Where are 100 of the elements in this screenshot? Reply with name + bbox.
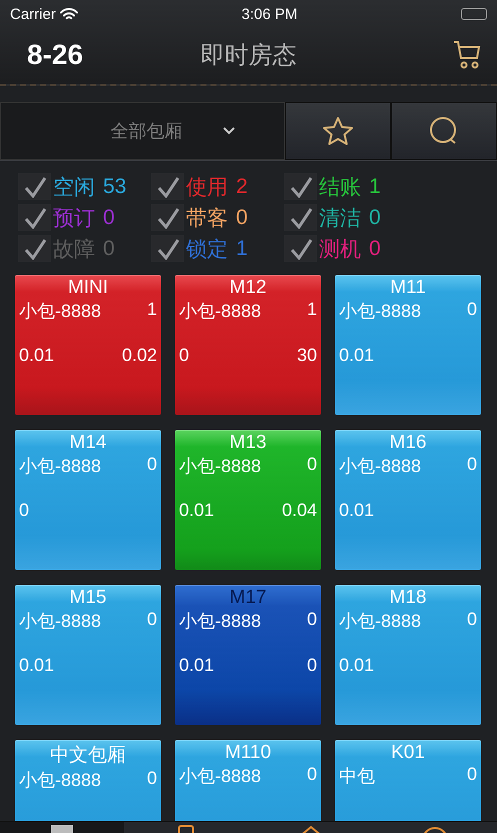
- status-checkbox[interactable]: [151, 204, 184, 231]
- status-checkbox[interactable]: [18, 173, 51, 200]
- room-name: M17: [228, 587, 268, 609]
- guest-count: 0: [466, 299, 477, 321]
- guest-count: 0: [146, 768, 157, 790]
- room-name: M15: [68, 587, 108, 609]
- status-label: 故障: [53, 236, 95, 262]
- room-type: 小包-8888: [339, 455, 422, 478]
- room-type: 小包-8888: [19, 300, 102, 323]
- chevron-down-icon: [222, 127, 234, 135]
- room-type: 小包-8888: [19, 455, 102, 478]
- room-amount: 30: [296, 345, 317, 366]
- status-count: 1: [236, 236, 248, 260]
- room-type: 小包-8888: [339, 300, 422, 323]
- guest-count: 0: [146, 454, 157, 476]
- room-name: 中文包厢: [49, 744, 127, 768]
- room-filter-dropdown[interactable]: 全部包厢: [0, 102, 285, 160]
- room-type: 小包-8888: [179, 765, 262, 788]
- room-amount: 0.01: [339, 500, 374, 521]
- room-name: MINI: [66, 277, 110, 299]
- room-amount: 0.01: [179, 655, 214, 676]
- guest-count: 1: [146, 299, 157, 321]
- room-type: 中包: [339, 765, 375, 788]
- status-checkbox[interactable]: [18, 204, 51, 231]
- status-count: 0: [103, 206, 115, 230]
- room-amount: 0.01: [179, 500, 214, 521]
- room-type: 小包-8888: [339, 610, 422, 633]
- guest-count: 0: [466, 609, 477, 631]
- status-label: 锁定: [186, 236, 228, 262]
- carrier-label: Carrier: [10, 6, 56, 22]
- status-checkbox[interactable]: [284, 235, 317, 262]
- room-tile[interactable]: M15 小包-8888 0 0.01: [15, 585, 161, 725]
- status-label: 带客: [186, 206, 228, 232]
- status-count: 0: [369, 206, 381, 230]
- status-count: 2: [236, 174, 248, 198]
- guest-count: 0: [306, 454, 317, 476]
- room-type: 小包-8888: [179, 455, 262, 478]
- status-label: 预订: [53, 206, 95, 232]
- room-type: 小包-8888: [179, 610, 262, 633]
- room-amount: 0.04: [282, 500, 317, 521]
- status-checkbox[interactable]: [151, 173, 184, 200]
- status-checkbox[interactable]: [151, 235, 184, 262]
- room-tile[interactable]: MINI 小包-8888 1 0.01 0.02: [15, 275, 161, 415]
- status-checkbox[interactable]: [284, 173, 317, 200]
- star-icon: [322, 116, 354, 146]
- room-tile[interactable]: M17 小包-8888 0 0.01 0: [175, 585, 321, 725]
- guest-count: 0: [306, 609, 317, 631]
- room-amount: 0.02: [122, 345, 157, 366]
- room-amount: 0: [306, 655, 317, 676]
- status-count: 0: [369, 236, 381, 260]
- date-label: 8-26: [27, 39, 84, 71]
- status-checkbox[interactable]: [18, 235, 51, 262]
- room-amount: 0.01: [19, 345, 54, 366]
- room-tile[interactable]: K01 中包 0: [335, 740, 481, 821]
- status-label: 测机: [319, 236, 361, 262]
- room-amount: 0: [19, 500, 30, 521]
- room-tile[interactable]: M110 小包-8888 0: [175, 740, 321, 821]
- room-tile[interactable]: 中文包厢 小包-8888 0: [15, 740, 161, 821]
- room-name: K01: [390, 742, 426, 764]
- guest-count: 0: [466, 454, 477, 476]
- guest-count: 0: [306, 764, 317, 786]
- cart-icon[interactable]: [453, 40, 481, 70]
- tab-button[interactable]: [0, 822, 124, 833]
- room-name: M16: [388, 432, 428, 454]
- search-button[interactable]: [391, 102, 497, 160]
- room-type: 小包-8888: [179, 300, 262, 323]
- room-type: 小包-8888: [19, 610, 102, 633]
- room-name: M18: [388, 587, 428, 609]
- guest-count: 0: [466, 764, 477, 786]
- room-tile[interactable]: M16 小包-8888 0 0.01: [335, 430, 481, 570]
- favorites-button[interactable]: [285, 102, 391, 160]
- guest-count: 1: [306, 299, 317, 321]
- room-name: M110: [224, 742, 272, 764]
- status-count: 53: [103, 174, 126, 198]
- room-name: M12: [228, 277, 268, 299]
- status-label: 结账: [319, 174, 361, 200]
- room-amount: 0.01: [339, 345, 374, 366]
- room-tile[interactable]: M12 小包-8888 1 0 30: [175, 275, 321, 415]
- battery-icon: [461, 8, 487, 20]
- room-tile[interactable]: M14 小包-8888 0 0: [15, 430, 161, 570]
- room-amount: 0: [179, 345, 190, 366]
- room-name: M14: [68, 432, 108, 454]
- room-name: M13: [228, 432, 268, 454]
- time-label: 3:06 PM: [241, 6, 298, 22]
- room-tile[interactable]: M18 小包-8888 0 0.01: [335, 585, 481, 725]
- status-checkbox[interactable]: [284, 204, 317, 231]
- room-tile[interactable]: M13 小包-8888 0 0.01 0.04: [175, 430, 321, 570]
- room-amount: 0.01: [19, 655, 54, 676]
- status-label: 使用: [186, 174, 228, 200]
- room-tile[interactable]: M11 小包-8888 0 0.01: [335, 275, 481, 415]
- wifi-icon: [60, 8, 78, 20]
- room-name: M11: [389, 277, 427, 299]
- status-count: 0: [103, 236, 115, 260]
- guest-count: 0: [146, 609, 157, 631]
- status-label: 空闲: [53, 174, 95, 200]
- status-count: 1: [369, 174, 381, 198]
- room-type: 小包-8888: [19, 769, 102, 792]
- room-amount: 0.01: [339, 655, 374, 676]
- page-title: 即时房态: [200, 42, 296, 69]
- status-count: 0: [236, 206, 248, 230]
